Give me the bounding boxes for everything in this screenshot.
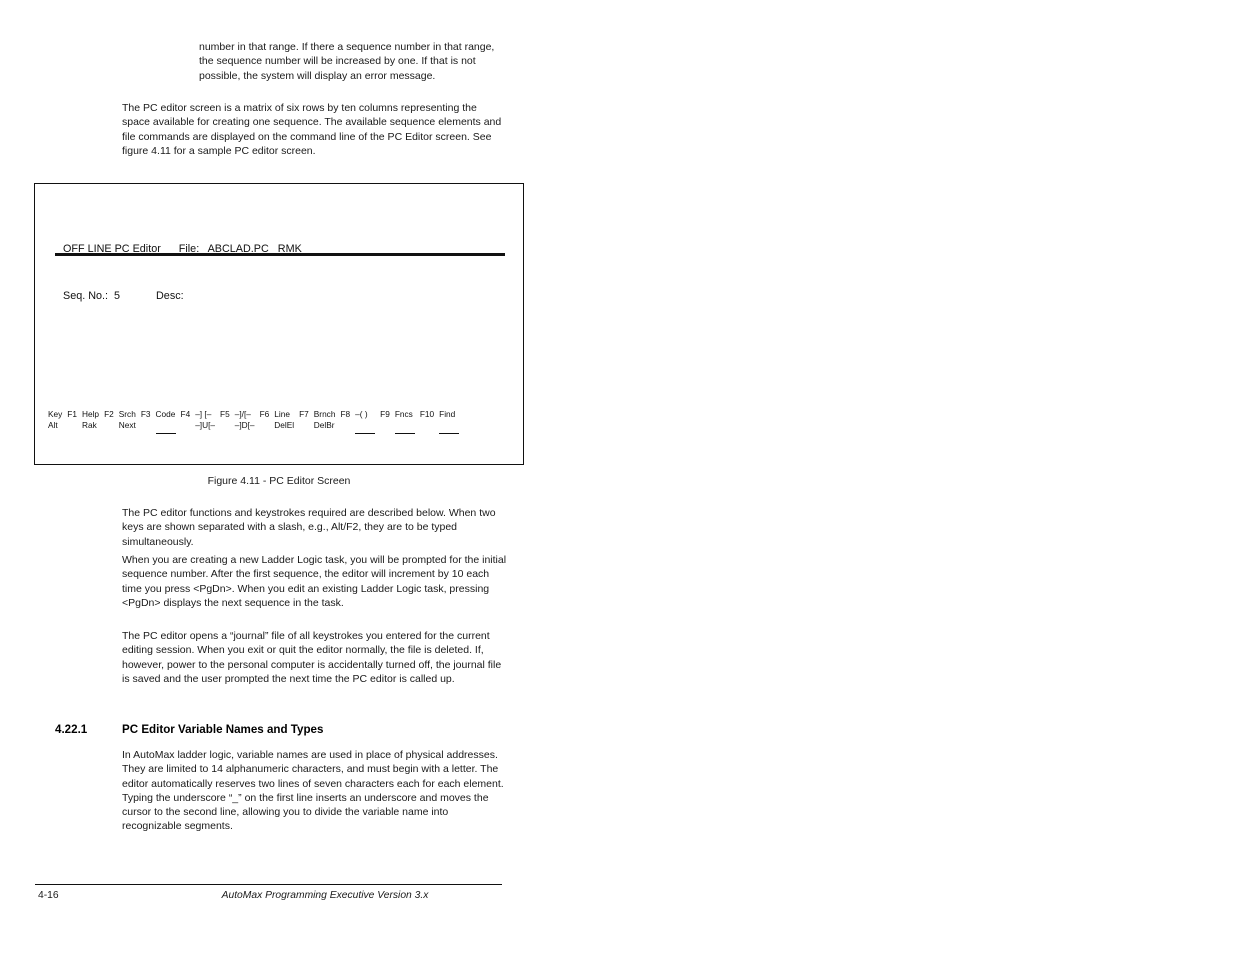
function-key-underline (355, 432, 376, 435)
function-key-label: Fncs (394, 409, 413, 419)
function-key-cell[interactable]: Fncs (394, 409, 415, 435)
function-key-cell[interactable]: Help Rak (82, 409, 99, 430)
paragraph-continued: number in that range. If there a sequenc… (199, 41, 495, 82)
function-key-cell[interactable]: F8 (340, 409, 350, 430)
function-key-label: –]/[– (234, 409, 251, 419)
function-key-alt-label: DelBr (313, 419, 335, 430)
function-key-cell[interactable]: F10 (420, 409, 434, 430)
function-key-cell[interactable]: F1 (67, 409, 77, 430)
paragraph-ladder-logic: When you are creating a new Ladder Logic… (122, 554, 507, 609)
editor-work-area[interactable] (55, 262, 505, 402)
function-key-label: Brnch (313, 409, 336, 419)
function-key-cell[interactable]: Line DelEl (274, 409, 294, 430)
function-key-alt-label: –]U[– (195, 419, 216, 430)
function-key-alt-label: DelEl (274, 419, 295, 430)
function-key-label: F5 (220, 409, 230, 419)
function-key-alt-label: –]D[– (234, 419, 255, 430)
function-key-label: Key (48, 409, 63, 419)
function-key-cell[interactable]: F3 (141, 409, 151, 430)
function-key-cell[interactable]: –] [– –]U[– (195, 409, 215, 430)
document-page: number in that range. If there a sequenc… (0, 0, 1235, 954)
paragraph-variable-names: In AutoMax ladder logic, variable names … (122, 749, 504, 833)
function-key-label: Srch (118, 409, 136, 419)
editor-screen-separator-rule (55, 253, 505, 256)
function-key-label: F7 (299, 409, 309, 419)
function-key-label: –( ) (355, 409, 368, 419)
function-key-cell[interactable]: –( ) (355, 409, 376, 435)
function-key-label: –] [– (195, 409, 212, 419)
function-key-label: F8 (340, 409, 351, 419)
function-key-label: F4 (180, 409, 191, 419)
function-key-label: F3 (140, 409, 151, 419)
footer-page-number: 4-16 (38, 890, 59, 901)
function-key-cell[interactable]: Srch Next (119, 409, 136, 430)
function-key-label: Find (439, 409, 456, 419)
function-key-underline (394, 432, 415, 435)
section-number: 4.22.1 (55, 723, 88, 736)
paragraph-journal-file: The PC editor opens a “journal” file of … (122, 630, 502, 685)
function-key-cell[interactable]: F4 (181, 409, 191, 430)
function-key-cell[interactable]: Key Alt (48, 409, 62, 430)
editor-function-key-line: Key Alt F1 Help Rak F2 Srch Next F3 Code F4 –]… (48, 409, 514, 435)
function-key-label: Help (81, 409, 100, 419)
function-key-label: F1 (67, 409, 77, 419)
function-key-alt-label: Alt (48, 419, 58, 430)
function-key-cell[interactable]: –]/[– –]D[– (235, 409, 255, 430)
function-key-label: F6 (259, 409, 270, 419)
paragraph-editor-functions: The PC editor functions and keystrokes r… (122, 507, 496, 548)
function-key-cell[interactable]: F7 (299, 409, 309, 430)
function-key-cell[interactable]: F5 (220, 409, 230, 430)
paragraph-editor-matrix: The PC editor screen is a matrix of six … (122, 102, 502, 157)
function-key-label: F9 (380, 409, 390, 419)
function-key-alt-label: Next (118, 419, 136, 430)
figure-pc-editor-screen: OFF LINE PC Editor File: ABCLAD.PC RMK S… (34, 183, 524, 465)
function-key-label: F2 (104, 409, 114, 419)
function-key-cell[interactable]: F2 (104, 409, 114, 430)
footer-document-title: AutoMax Programming Executive Version 3.… (221, 890, 429, 901)
section-title: PC Editor Variable Names and Types (122, 723, 324, 736)
function-key-underline (155, 432, 176, 435)
function-key-cell[interactable]: Find (439, 409, 460, 435)
footer-rule (35, 884, 502, 886)
figure-caption: Figure 4.11 - PC Editor Screen (207, 475, 351, 487)
function-key-label: F10 (419, 409, 435, 419)
function-key-alt-label: Rak (81, 419, 97, 430)
function-key-cell[interactable]: F9 (380, 409, 390, 430)
function-key-label: Code (155, 409, 176, 419)
function-key-underline (439, 432, 460, 435)
function-key-cell[interactable]: F6 (260, 409, 270, 430)
function-key-cell[interactable]: Code (155, 409, 176, 435)
function-key-label: Line (274, 409, 290, 419)
function-key-cell[interactable]: Brnch DelBr (314, 409, 336, 430)
